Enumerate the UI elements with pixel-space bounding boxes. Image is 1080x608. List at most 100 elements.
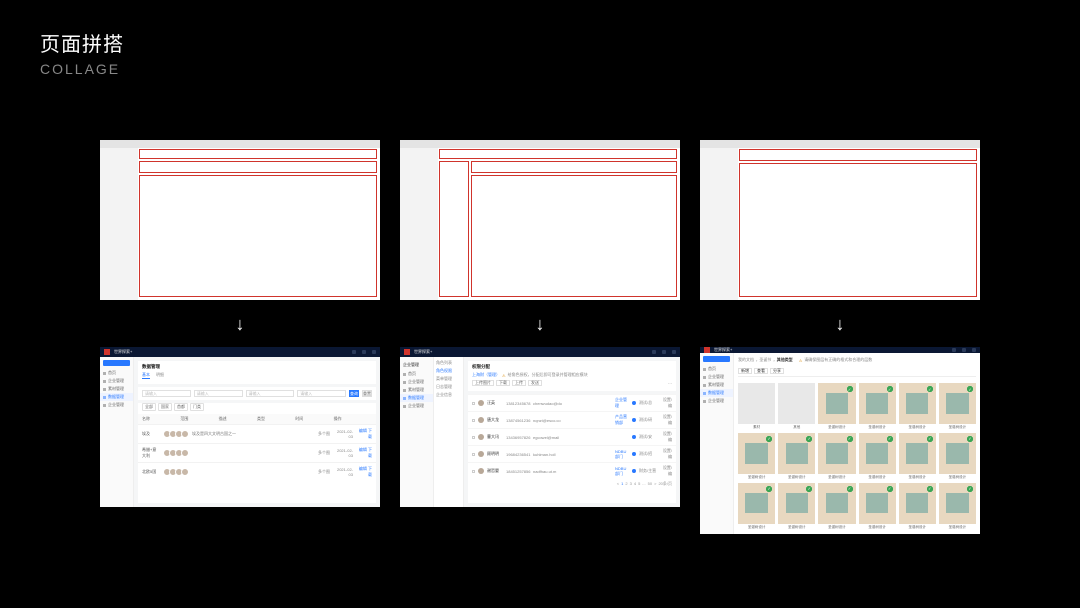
file-item[interactable]: 圣诞树设计 xyxy=(818,433,855,480)
table-row[interactable]: 曹大讯13436957826egcowel@mail测试/安设置/编 xyxy=(468,428,676,445)
file-item[interactable]: 其他 xyxy=(778,383,815,430)
subnav-item[interactable]: 角色权限 xyxy=(436,368,461,374)
file-item[interactable]: 圣诞树设计 xyxy=(738,433,775,480)
header-icon[interactable] xyxy=(962,348,966,352)
sidebar-item[interactable]: 企业管理 xyxy=(100,401,133,409)
header-icon[interactable] xyxy=(372,350,376,354)
file-item[interactable]: 圣诞树设计 xyxy=(818,483,855,530)
sidebar-item[interactable]: 数据管理 xyxy=(400,394,433,402)
page-btn[interactable]: 1 xyxy=(621,481,623,487)
file-item[interactable]: 圣诞树设计 xyxy=(778,433,815,480)
tag[interactable]: 首都 xyxy=(174,403,188,411)
file-item[interactable]: 圣诞树设计 xyxy=(939,483,976,530)
subnav-item[interactable]: 菜单管理 xyxy=(436,376,461,382)
file-item[interactable]: 素材 xyxy=(738,383,775,430)
title-en: COLLAGE xyxy=(40,61,124,77)
page-btn[interactable]: 2 xyxy=(625,481,627,487)
sidebar-item[interactable]: 企业管理 xyxy=(700,397,733,405)
page-btn[interactable]: 20条/页 xyxy=(658,481,672,487)
filter-input[interactable]: 请输入 xyxy=(246,390,295,397)
file-item[interactable]: 圣诞树设计 xyxy=(859,383,896,430)
sidebar-item[interactable]: 企业管理 xyxy=(400,378,433,386)
table-row[interactable]: 唐大龙13874561236nqnzt@esco.co产品营销部测试/研设置/编 xyxy=(468,411,676,428)
upload-button[interactable] xyxy=(703,356,730,362)
tab[interactable]: 基本 xyxy=(142,372,150,379)
tag[interactable]: 全部 xyxy=(142,403,156,411)
file-item[interactable]: 圣诞树设计 xyxy=(738,483,775,530)
file-item[interactable]: 圣诞树设计 xyxy=(778,483,815,530)
file-item[interactable]: 圣诞树设计 xyxy=(859,433,896,480)
header-icon[interactable] xyxy=(352,350,356,354)
toolbar-btn[interactable]: 上传 xyxy=(512,380,526,386)
file-item[interactable]: 圣诞树设计 xyxy=(818,383,855,430)
page-btn[interactable]: ... xyxy=(642,481,645,487)
file-item[interactable]: 圣诞树设计 xyxy=(899,383,936,430)
table-row[interactable]: 顾明明19684236541kuhlman.hollNDBU部门测试/招设置/编 xyxy=(468,445,676,462)
sidebar-item[interactable]: 首页 xyxy=(100,369,133,377)
table-row[interactable]: 希腊+意大利多个图2021-02-03编辑 下载 xyxy=(138,443,376,462)
page-btn[interactable]: < xyxy=(617,481,619,487)
user-table: 汪英13812345678chenwudao@do企业管理测试/总设置/编唐大龙… xyxy=(468,394,676,503)
header-icon[interactable] xyxy=(362,350,366,354)
header-icon[interactable] xyxy=(662,350,666,354)
page-btn[interactable]: 50 xyxy=(648,481,652,487)
sidebar-item[interactable]: 企业管理 xyxy=(700,373,733,381)
page-btn[interactable]: 4 xyxy=(634,481,636,487)
th: 名称 xyxy=(142,416,180,422)
wireframe-3 xyxy=(700,140,980,300)
file-item[interactable]: 圣诞树设计 xyxy=(899,433,936,480)
page-btn[interactable]: 3 xyxy=(630,481,632,487)
arrow-down-icon: ↓ xyxy=(836,314,845,335)
subnav-item[interactable]: 日志管理 xyxy=(436,384,461,390)
sidebar-item[interactable]: 首页 xyxy=(700,365,733,373)
action-btn[interactable]: 分享 xyxy=(770,368,784,374)
sidebar-item[interactable]: 首页 xyxy=(400,370,433,378)
subnav-item[interactable]: 角色列表 xyxy=(436,360,461,366)
page-btn[interactable]: > xyxy=(654,481,656,487)
filter-input[interactable]: 请输入 xyxy=(297,390,346,397)
file-item[interactable]: 圣诞树设计 xyxy=(939,383,976,430)
upload-button[interactable] xyxy=(103,360,130,366)
crumb-current: 其他类型 xyxy=(777,357,793,363)
th: 描述 xyxy=(219,416,257,422)
filter-input[interactable]: 请输入 xyxy=(142,390,191,397)
table-row[interactable]: 埃及埃及是四大文明古国之一多个图2021-02-03编辑 下载 xyxy=(138,424,376,443)
panel-title: 数据管理 xyxy=(142,364,372,370)
action-btn[interactable]: 新增 xyxy=(738,368,752,374)
sidebar-item[interactable]: 数据管理 xyxy=(700,389,733,397)
action-btn[interactable]: 查看 xyxy=(754,368,768,374)
file-item[interactable]: 圣诞树设计 xyxy=(859,483,896,530)
file-item[interactable]: 圣诞树设计 xyxy=(899,483,936,530)
file-item[interactable]: 圣诞树设计 xyxy=(939,433,976,480)
header-icon[interactable] xyxy=(652,350,656,354)
warn-icon: ⚠ xyxy=(502,373,506,378)
search-button[interactable]: 查询 xyxy=(349,390,359,397)
table-row[interactable]: 北欧5国多个图2021-02-03编辑 下载 xyxy=(138,462,376,481)
sidebar-item[interactable]: 企业管理 xyxy=(400,402,433,410)
sidebar-item[interactable]: 素材管理 xyxy=(100,385,133,393)
page-btn[interactable]: 5 xyxy=(638,481,640,487)
header-icon[interactable] xyxy=(972,348,976,352)
tag[interactable]: 门类 xyxy=(190,403,204,411)
sidebar-item[interactable]: 企业管理 xyxy=(100,377,133,385)
toolbar-btn[interactable]: 发送 xyxy=(528,380,542,386)
crumb-item[interactable]: 圣诞节 xyxy=(759,357,771,363)
filter-input[interactable]: 请输入 xyxy=(194,390,243,397)
header-icon[interactable] xyxy=(672,350,676,354)
subnav-item[interactable]: 企业信息 xyxy=(436,392,461,398)
header-icon[interactable] xyxy=(952,348,956,352)
table-row[interactable]: 汪英13812345678chenwudao@do企业管理测试/总设置/编 xyxy=(468,394,676,411)
tag[interactable]: 国家 xyxy=(158,403,172,411)
toolbar-btn[interactable]: 上传图片 xyxy=(472,380,494,386)
tab[interactable]: 明细 xyxy=(156,372,164,379)
app-header: 世界探索+ xyxy=(400,347,680,357)
sidebar-item[interactable]: 素材管理 xyxy=(400,386,433,394)
sidebar-item[interactable]: 数据管理 xyxy=(100,393,133,401)
pagination: <12345...50>20条/页 xyxy=(468,479,676,489)
toolbar-btn[interactable]: 下载 xyxy=(496,380,510,386)
sidebar-item[interactable]: 素材管理 xyxy=(700,381,733,389)
table-row[interactable]: 谢哲晏18451257856nadfhau.ut.mNDBU部门财务/主营设置/… xyxy=(468,462,676,479)
reset-button[interactable]: 重置 xyxy=(362,390,372,397)
more-icon[interactable]: ⋯ xyxy=(668,381,672,386)
crumb-item[interactable]: 我的文档 xyxy=(738,357,754,363)
